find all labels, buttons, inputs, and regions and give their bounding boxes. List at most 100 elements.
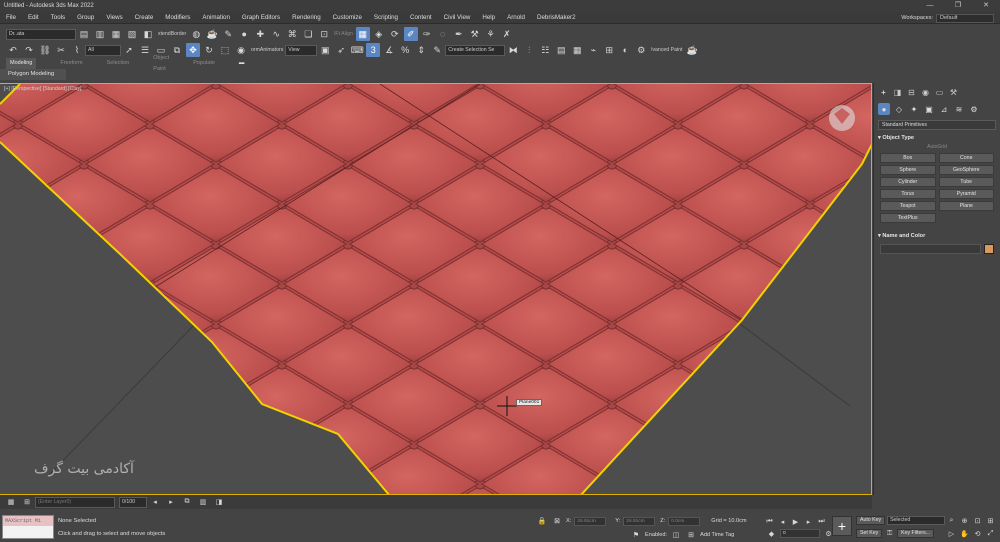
tab-selection[interactable]: Selection	[107, 58, 130, 69]
fov-icon[interactable]: ▷	[947, 529, 956, 538]
menu-content[interactable]: Content	[404, 12, 438, 24]
pan-icon[interactable]: ✋	[960, 529, 969, 538]
tab-modeling[interactable]: Modeling	[6, 58, 37, 69]
layer-select-icon[interactable]: ▦	[109, 27, 123, 41]
menu-tools[interactable]: Tools	[45, 12, 71, 24]
percent-snap-icon[interactable]: %	[398, 43, 412, 57]
curve-editor-icon[interactable]: ⌁	[586, 43, 600, 57]
pyramid-button[interactable]: Pyramid	[938, 189, 994, 199]
angle-snap-icon[interactable]: ∡	[382, 43, 396, 57]
tube-button[interactable]: Tube	[938, 177, 994, 187]
utilities-tab-icon[interactable]: ⚒	[948, 87, 959, 97]
key-icon[interactable]: ⚿	[885, 529, 894, 538]
menu-rendering[interactable]: Rendering	[286, 12, 327, 24]
menu-modifiers[interactable]: Modifiers	[159, 12, 196, 24]
layer-toggle-icon[interactable]: ⊞	[20, 495, 34, 509]
render-setup-icon[interactable]: ⚙	[634, 43, 648, 57]
feather-icon[interactable]: ✒	[452, 27, 466, 41]
menu-help[interactable]: Help	[476, 12, 501, 24]
script-icon[interactable]: ⚑	[631, 530, 641, 540]
cloth-icon[interactable]: ⚘	[484, 27, 498, 41]
helpers-icon[interactable]: ⊿	[938, 103, 950, 115]
graph-icon[interactable]: ⌘	[285, 27, 299, 41]
unlink-icon[interactable]: ✂	[54, 43, 68, 57]
copy-icon[interactable]: ❏	[301, 27, 315, 41]
scene-explorer-icon[interactable]: ☷	[538, 43, 552, 57]
spline-icon[interactable]: ∿	[269, 27, 283, 41]
object-color-swatch[interactable]	[984, 244, 994, 254]
link-icon[interactable]: ⛓	[38, 43, 52, 57]
menu-customize[interactable]: Customize	[327, 12, 368, 24]
set-key-button[interactable]: Set Key	[856, 529, 883, 538]
advanced-paint-label[interactable]: lvanced Paint	[649, 47, 684, 53]
redo-icon[interactable]: ↷	[22, 43, 36, 57]
menu-arnold[interactable]: Arnold	[501, 12, 531, 24]
menu-edit[interactable]: Edit	[22, 12, 45, 24]
select-by-name-icon[interactable]: ☰	[138, 43, 152, 57]
x-coordinate-field[interactable]: 26.91cm	[574, 516, 607, 526]
render-teapot-icon[interactable]: ☕	[685, 43, 699, 57]
menu-scripting[interactable]: Scripting	[368, 12, 404, 24]
pivot-icon[interactable]: ▣	[318, 43, 332, 57]
close-button[interactable]: ✕	[972, 0, 1000, 12]
key-mode-select[interactable]: Selected	[887, 516, 946, 525]
brush-icon[interactable]: ✎	[221, 27, 235, 41]
go-to-end-icon[interactable]: ⏭	[817, 517, 826, 526]
lights-icon[interactable]: ✦	[908, 103, 920, 115]
menu-create[interactable]: Create	[129, 12, 160, 24]
auto-key-button[interactable]: Auto Key	[856, 516, 886, 525]
lf-align-label[interactable]: lFt Align	[332, 31, 354, 37]
hierarchy-tab-icon[interactable]: ⊟	[906, 87, 917, 97]
ribbon-options-icon[interactable]: ▬	[239, 58, 245, 69]
viewcube-icon[interactable]	[829, 105, 855, 131]
grid-snap-icon[interactable]: ▦	[355, 27, 370, 41]
wrench-icon[interactable]: ✚	[253, 27, 267, 41]
xp-icon[interactable]: ✗	[500, 27, 514, 41]
torus-button[interactable]: Torus	[880, 189, 936, 199]
lasso-icon[interactable]: ◌	[436, 27, 450, 41]
key-mode-icon[interactable]: ◆	[767, 529, 776, 538]
menu-animation[interactable]: Animation	[196, 12, 236, 24]
pin-panel-icon[interactable]: ⧉	[180, 495, 194, 509]
move-icon[interactable]: ✥	[186, 43, 200, 57]
xtend-border-label[interactable]: xtendBorder	[156, 31, 188, 37]
layer-cube-icon[interactable]: ◧	[141, 27, 155, 41]
cone-button[interactable]: Cone	[938, 153, 994, 163]
create-tab-icon[interactable]: +	[878, 87, 889, 97]
frame-counter[interactable]: 0/100	[119, 496, 147, 508]
snap-toggle-icon[interactable]: 3	[366, 43, 381, 57]
menu-debrismaker2[interactable]: DebrisMaker2	[531, 12, 582, 24]
tab-populate[interactable]: Populate	[193, 58, 215, 69]
zoom-all-icon[interactable]: ⊕	[960, 516, 969, 525]
cameras-icon[interactable]: ▣	[923, 103, 935, 115]
name-color-header[interactable]: ▾ Name and Color	[878, 231, 996, 241]
tab-object-paint[interactable]: Object Paint	[153, 53, 169, 75]
y-coordinate-field[interactable]: 26.91cm	[623, 516, 656, 526]
align-tool-icon[interactable]: ⫶	[522, 43, 536, 57]
teapot-icon[interactable]: ☕	[205, 27, 219, 41]
material-editor-icon[interactable]: ◐	[618, 43, 632, 57]
next-key-icon[interactable]: ▸	[804, 517, 813, 526]
space-warps-icon[interactable]: ≋	[953, 103, 965, 115]
workspace-select[interactable]: Default	[936, 13, 994, 23]
scale-icon[interactable]: ⬚	[218, 43, 232, 57]
zoom-extents-all-icon[interactable]: ⊞	[986, 516, 995, 525]
z-coordinate-field[interactable]: 0.0cm	[668, 516, 701, 526]
play-icon[interactable]: ▶	[791, 517, 800, 526]
box-button[interactable]: Box	[880, 153, 936, 163]
current-frame-field[interactable]: 0	[780, 529, 820, 538]
shapes-icon[interactable]: ◇	[893, 103, 905, 115]
mirror-icon[interactable]: ⧓	[506, 43, 520, 57]
dopesheet-icon[interactable]: ▥	[196, 495, 210, 509]
select-manipulate-icon[interactable]: ➶	[334, 43, 348, 57]
ribbon-panel-polygon-modeling[interactable]: Polygon Modeling	[0, 69, 66, 80]
named-selection-select[interactable]: Create Selection Se	[445, 44, 506, 56]
pin-icon[interactable]: ✑	[420, 27, 434, 41]
viewport-label[interactable]: [+] [Perspective] [Standard] [Clay]	[4, 86, 81, 92]
place-icon[interactable]: ◉	[234, 43, 248, 57]
add-time-tag[interactable]: Add Time Tag	[700, 532, 734, 538]
orbit-icon[interactable]: ⟲	[973, 529, 982, 538]
layer-select[interactable]: Dr..ata	[6, 28, 76, 40]
brush-active-icon[interactable]: ✐	[403, 27, 418, 41]
menu-views[interactable]: Views	[100, 12, 128, 24]
